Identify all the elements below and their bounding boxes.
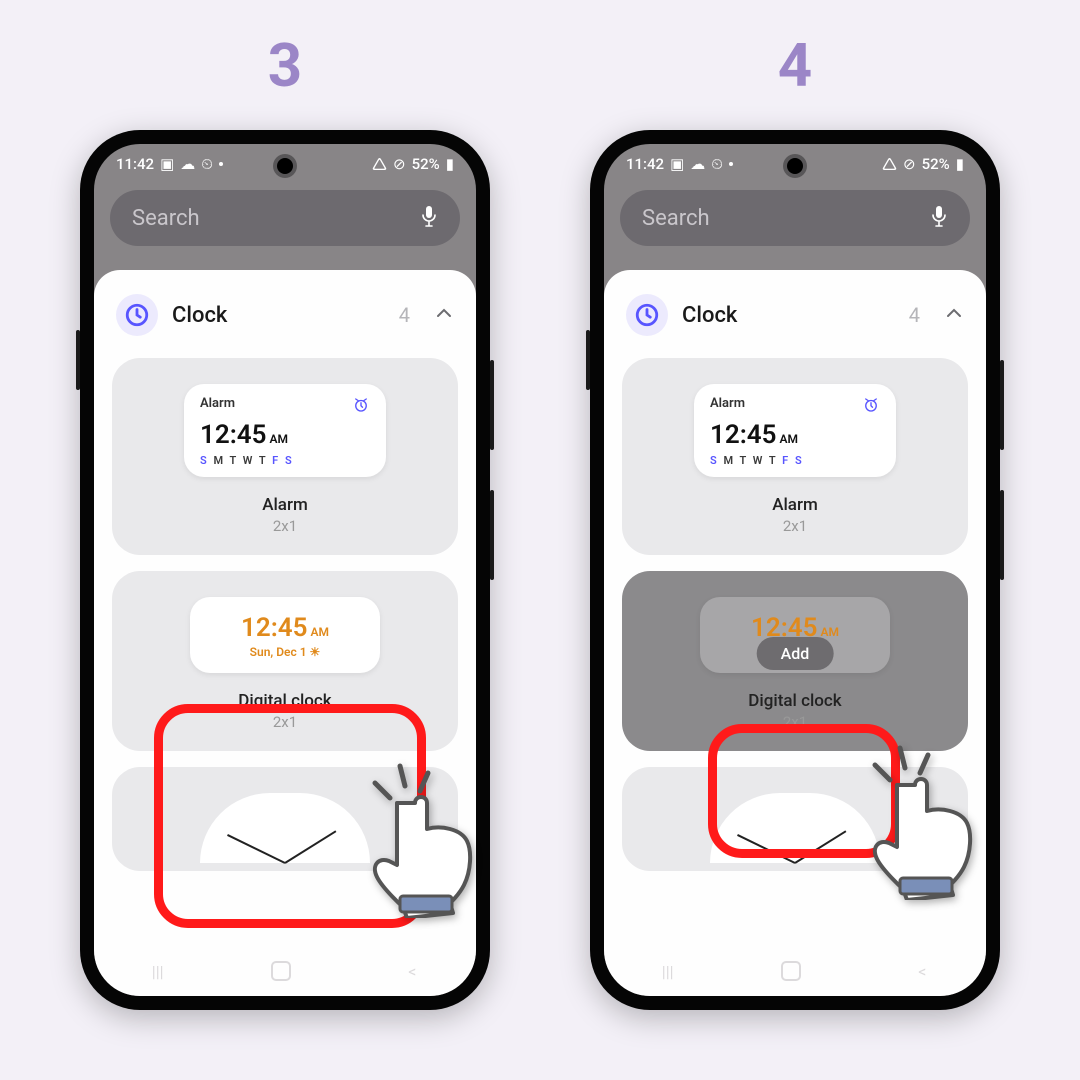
widget-name: Alarm: [772, 495, 818, 515]
weather-icon: ☁: [180, 157, 195, 172]
alarm-preview: Alarm 12:45AM S M T W T F S: [184, 384, 386, 477]
widget-analog-clock[interactable]: [622, 767, 968, 871]
analog-clock-preview: [710, 793, 880, 863]
alarm-status-icon: ⏲: [201, 157, 213, 172]
section-title: Clock: [172, 303, 385, 328]
alarm-preview: Alarm 12:45AM S M T W T F S: [694, 384, 896, 477]
weather-icon: ☁: [690, 157, 705, 172]
analog-clock-preview: [200, 793, 370, 863]
digital-time: 12:45AM: [200, 613, 370, 643]
clock-app-icon: [116, 294, 158, 336]
front-camera: [787, 158, 803, 174]
image-icon: ▣: [160, 157, 174, 172]
screen: 11:42 ▣ ☁ ⏲ 🛆 ⊘ 52% ▮ Search: [604, 144, 986, 996]
step-number: 3: [80, 30, 490, 101]
widget-sheet: Clock 4 Alarm 12:45AM S M T W T F S: [604, 270, 986, 996]
step-number: 4: [590, 30, 1000, 101]
status-time: 11:42: [626, 155, 664, 173]
widget-name: Digital clock: [238, 691, 331, 711]
alarm-status-icon: ⏲: [711, 157, 723, 172]
battery-text: 52%: [922, 155, 950, 173]
add-button[interactable]: Add: [757, 637, 834, 670]
image-icon: ▣: [670, 157, 684, 172]
chevron-up-icon[interactable]: [944, 303, 964, 327]
alarm-time: 12:45AM: [710, 420, 880, 450]
widget-analog-clock[interactable]: [112, 767, 458, 871]
alarm-clock-icon: [352, 396, 370, 418]
navigation-bar: ||| <: [604, 946, 986, 996]
alarm-days: S M T W T F S: [710, 454, 880, 467]
alarm-clock-icon: [862, 396, 880, 418]
widget-count: 4: [909, 303, 920, 327]
no-signal-icon: ⊘: [393, 157, 406, 172]
chevron-up-icon[interactable]: [434, 303, 454, 327]
widget-size: 2x1: [783, 517, 807, 535]
section-header[interactable]: Clock 4: [94, 294, 476, 358]
search-bar[interactable]: Search: [110, 190, 460, 246]
digital-clock-preview: 12:45AM Sun, Dec 1 ☀: [190, 597, 380, 673]
alarm-time: 12:45AM: [200, 420, 370, 450]
microphone-icon[interactable]: [420, 205, 438, 232]
section-header[interactable]: Clock 4: [604, 294, 986, 358]
widget-count: 4: [399, 303, 410, 327]
status-time: 11:42: [116, 155, 154, 173]
search-placeholder: Search: [642, 206, 710, 231]
recents-button[interactable]: |||: [654, 962, 682, 981]
widget-name: Alarm: [262, 495, 308, 515]
alarm-days: S M T W T F S: [200, 454, 370, 467]
battery-text: 52%: [412, 155, 440, 173]
alarm-label: Alarm: [200, 396, 235, 418]
widget-size: 2x1: [273, 713, 297, 731]
more-dot-icon: [219, 162, 223, 166]
widget-digital-clock-selected[interactable]: 12:45AM Sun, Dec 1 ☀ Add Digital clock 2…: [622, 571, 968, 751]
search-bar[interactable]: Search: [620, 190, 970, 246]
screen: 11:42 ▣ ☁ ⏲ 🛆 ⊘ 52% ▮ Search: [94, 144, 476, 996]
front-camera: [277, 158, 293, 174]
phone-mockup: 11:42 ▣ ☁ ⏲ 🛆 ⊘ 52% ▮ Search: [590, 130, 1000, 1010]
microphone-icon[interactable]: [930, 205, 948, 232]
phone-mockup: 11:42 ▣ ☁ ⏲ 🛆 ⊘ 52% ▮ Search: [80, 130, 490, 1010]
wifi-icon: 🛆: [372, 157, 387, 172]
widget-sheet: Clock 4 Alarm 12:45AM S M T W T F S: [94, 270, 476, 996]
battery-icon: ▮: [956, 157, 964, 172]
widget-alarm[interactable]: Alarm 12:45AM S M T W T F S Alarm 2x1: [622, 358, 968, 555]
widget-digital-clock[interactable]: 12:45AM Sun, Dec 1 ☀ Digital clock 2x1: [112, 571, 458, 751]
more-dot-icon: [729, 162, 733, 166]
widget-size: 2x1: [783, 713, 807, 731]
section-title: Clock: [682, 303, 895, 328]
search-placeholder: Search: [132, 206, 200, 231]
navigation-bar: ||| <: [94, 946, 476, 996]
no-signal-icon: ⊘: [903, 157, 916, 172]
home-button[interactable]: [271, 961, 299, 981]
digital-date: Sun, Dec 1 ☀: [200, 645, 370, 659]
home-button[interactable]: [781, 961, 809, 981]
back-button[interactable]: <: [398, 962, 426, 981]
widget-size: 2x1: [273, 517, 297, 535]
battery-icon: ▮: [446, 157, 454, 172]
clock-app-icon: [626, 294, 668, 336]
widget-alarm[interactable]: Alarm 12:45AM S M T W T F S Alarm 2x1: [112, 358, 458, 555]
recents-button[interactable]: |||: [144, 962, 172, 981]
alarm-label: Alarm: [710, 396, 745, 418]
widget-name: Digital clock: [748, 691, 841, 711]
back-button[interactable]: <: [908, 962, 936, 981]
wifi-icon: 🛆: [882, 157, 897, 172]
